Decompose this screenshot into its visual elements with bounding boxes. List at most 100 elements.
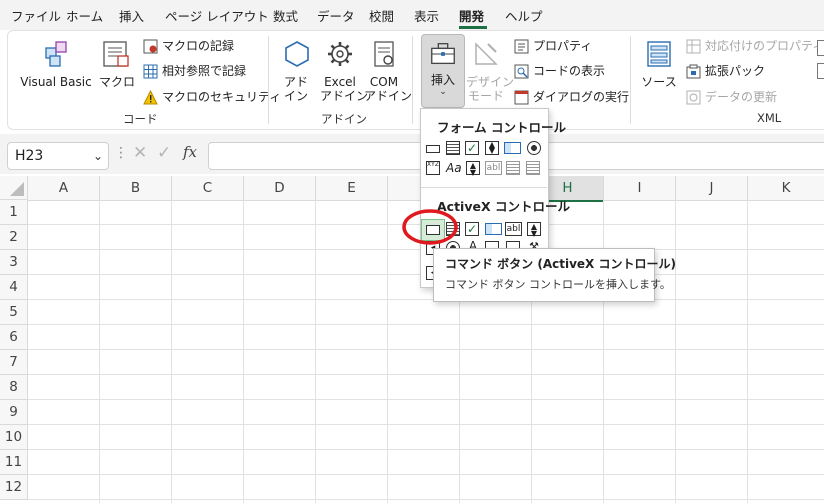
gridline: [387, 200, 388, 503]
name-box[interactable]: H23 ⌄: [7, 142, 109, 170]
form-groupbox-icon[interactable]: XYZ: [426, 161, 440, 175]
macro-button[interactable]: マクロ: [99, 38, 136, 89]
xml-source-button[interactable]: ソース: [641, 38, 677, 89]
row-header[interactable]: 10: [0, 425, 28, 450]
excel-addins-button[interactable]: Excel アドイン: [320, 38, 368, 103]
properties-button[interactable]: プロパティ: [514, 36, 592, 56]
tab-insert[interactable]: 挿入: [119, 6, 144, 25]
row-header[interactable]: 4: [0, 275, 28, 300]
design-mode-label-2: モード: [467, 89, 504, 103]
com-addins-button[interactable]: COM アドイン: [364, 38, 413, 103]
com-addins-label-1: COM: [369, 75, 399, 89]
form-label-icon[interactable]: Aa: [446, 161, 464, 175]
row-header[interactable]: 3: [0, 250, 28, 275]
visual-basic-button[interactable]: Visual Basic: [20, 38, 92, 89]
addins-button[interactable]: アド イン: [281, 38, 311, 103]
menu-bar: ファイル ホーム 挿入 ページ レイアウト 数式 データ 校閲 表示 開発 ヘル…: [0, 0, 824, 30]
row-header[interactable]: 1: [0, 200, 28, 225]
run-dialog-button[interactable]: ダイアログの実行: [514, 87, 629, 107]
chevron-down-icon[interactable]: ⌄: [93, 143, 103, 169]
warning-icon: [143, 90, 158, 105]
tab-page-layout[interactable]: ページ レイアウト: [165, 6, 269, 25]
tab-home[interactable]: ホーム: [66, 6, 103, 25]
form-combobox-icon[interactable]: [446, 141, 460, 155]
form-checkbox-icon[interactable]: ✓: [465, 141, 479, 155]
record-macro-button[interactable]: マクロの記録: [143, 36, 234, 56]
run-dialog-label: ダイアログの実行: [533, 90, 630, 104]
column-header[interactable]: J: [676, 176, 748, 201]
row-header[interactable]: 9: [0, 400, 28, 425]
column-header[interactable]: K: [748, 176, 824, 201]
column-header[interactable]: E: [316, 176, 388, 201]
xml-extra-icon[interactable]: [817, 40, 824, 56]
row-header[interactable]: 8: [0, 375, 28, 400]
gridline: [28, 449, 824, 450]
run-dialog-icon: [514, 90, 529, 105]
gridline: [747, 200, 748, 503]
column-header[interactable]: C: [172, 176, 244, 201]
column-header[interactable]: I: [604, 176, 676, 201]
form-option-button-icon[interactable]: [527, 141, 541, 155]
form-listbox-icon[interactable]: [504, 142, 521, 154]
form-controls-header: フォーム コントロール: [437, 120, 566, 135]
column-header[interactable]: B: [100, 176, 172, 201]
view-code-button[interactable]: コードの表示: [514, 61, 605, 81]
view-code-label: コードの表示: [533, 64, 606, 78]
map-properties-icon: [686, 39, 701, 54]
column-header[interactable]: A: [28, 176, 100, 201]
com-addins-label-2: アドイン: [364, 89, 413, 103]
macro-security-button[interactable]: マクロのセキュリティ: [143, 87, 281, 107]
tab-file[interactable]: ファイル: [11, 6, 61, 25]
insert-control-button[interactable]: 挿入 ⌄: [421, 34, 465, 108]
record-macro-label: マクロの記録: [162, 39, 235, 53]
tab-formulas[interactable]: 数式: [273, 6, 298, 25]
column-header[interactable]: D: [244, 176, 316, 201]
select-all-icon: [10, 182, 24, 196]
design-mode-button[interactable]: デザイン モード: [466, 38, 514, 103]
tooltip-description: コマンド ボタン コントロールを挿入します。: [445, 278, 671, 291]
form-combo-dropdown-icon[interactable]: [526, 161, 540, 175]
activex-textbox-icon[interactable]: abl: [505, 222, 522, 236]
form-spinner-icon[interactable]: ▲ ▼: [485, 141, 499, 155]
gridline: [28, 399, 824, 400]
insert-function-button[interactable]: fx: [183, 143, 197, 161]
row-header[interactable]: 2: [0, 225, 28, 250]
record-macro-icon: [143, 39, 158, 54]
row-header[interactable]: 7: [0, 350, 28, 375]
row-header[interactable]: 11: [0, 450, 28, 475]
form-combo-list-icon[interactable]: [506, 161, 520, 175]
map-properties-button[interactable]: 対応付けのプロパティ: [686, 36, 824, 56]
gridline: [28, 374, 824, 375]
activex-checkbox-icon[interactable]: ✓: [465, 222, 479, 236]
view-code-icon: [514, 64, 529, 79]
cancel-icon[interactable]: ✕: [133, 143, 147, 163]
activex-scrollbar-icon[interactable]: ▲ ▼: [527, 222, 541, 238]
macro-label: マクロ: [99, 75, 136, 89]
map-properties-label: 対応付けのプロパティ: [705, 39, 824, 53]
group-label-xml: XML: [757, 111, 782, 125]
properties-icon: [514, 39, 529, 54]
tab-review[interactable]: 校閲: [369, 6, 394, 25]
tab-developer[interactable]: 開発: [459, 6, 484, 25]
expansion-packs-button[interactable]: 拡張パック: [686, 61, 765, 81]
xml-extra-icon[interactable]: [817, 63, 824, 79]
form-scrollbar-icon[interactable]: ▲ ▼: [466, 161, 480, 177]
tab-data[interactable]: データ: [317, 6, 355, 25]
row-header[interactable]: 12: [0, 475, 28, 500]
relative-reference-button[interactable]: 相対参照で記録: [143, 61, 246, 81]
tab-help[interactable]: ヘルプ: [505, 6, 543, 25]
refresh-data-button[interactable]: データの更新: [686, 87, 777, 107]
more-options-icon[interactable]: ⋮: [114, 145, 128, 161]
form-button-icon[interactable]: [426, 145, 440, 153]
row-header[interactable]: 6: [0, 325, 28, 350]
gridline: [28, 324, 824, 325]
name-box-value: H23: [15, 148, 44, 164]
gridline: [675, 200, 676, 503]
select-all-corner[interactable]: [0, 176, 28, 200]
row-header[interactable]: 5: [0, 300, 28, 325]
activex-listbox-icon[interactable]: [485, 223, 502, 235]
relative-reference-label: 相対参照で記録: [162, 64, 247, 78]
tab-view[interactable]: 表示: [414, 6, 439, 25]
form-textfield-icon[interactable]: abl: [485, 161, 502, 175]
enter-icon[interactable]: ✓: [157, 143, 171, 163]
